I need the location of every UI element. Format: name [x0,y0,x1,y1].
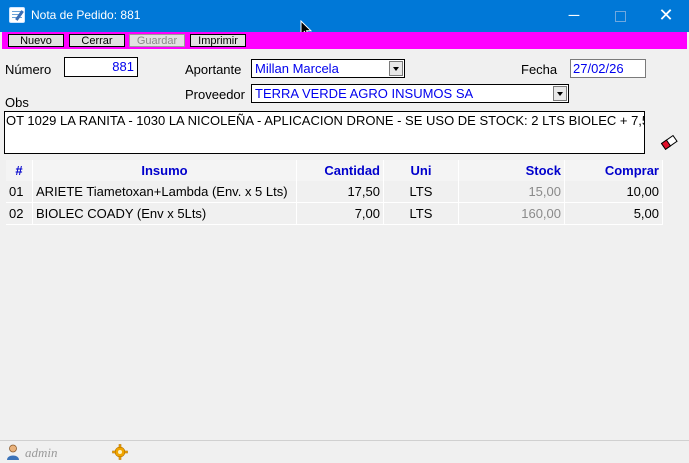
row-num: 01 [6,181,33,203]
obs-textarea[interactable]: OT 1029 LA RANITA - 1030 LA NICOLEÑA - A… [4,111,645,154]
numero-label: Número [5,62,52,77]
save-button[interactable]: Guardar [129,34,185,47]
print-button[interactable]: Imprimir [190,34,246,47]
new-button[interactable]: Nuevo [8,34,64,47]
header-stock[interactable]: Stock [458,160,565,181]
close-button[interactable]: ✕ [643,0,689,32]
proveedor-value: TERRA VERDE AGRO INSUMOS SA [255,86,474,101]
minimize-button[interactable]: ─ [551,0,597,32]
title-bar[interactable]: Nota de Pedido: 881 ─ ✕ [0,0,689,32]
maximize-button[interactable] [597,0,643,32]
status-bar: admin [0,440,689,463]
aportante-select[interactable]: Millan Marcela [251,59,405,78]
user-icon [7,444,19,460]
aportante-value: Millan Marcela [255,61,339,76]
row-uni: LTS [383,181,459,203]
row-comprar[interactable]: 10,00 [564,181,663,203]
table-row[interactable]: 02 BIOLEC COADY (Env x 5Lts) 7,00 LTS 16… [6,202,663,225]
row-num: 02 [6,202,33,225]
row-stock: 15,00 [458,181,565,203]
row-insumo[interactable]: BIOLEC COADY (Env x 5Lts) [32,202,297,225]
close-form-button[interactable]: Cerrar [69,34,125,47]
obs-label: Obs [5,95,29,110]
row-stock: 160,00 [458,202,565,225]
header-insumo[interactable]: Insumo [32,160,297,181]
table-header: # Insumo Cantidad Uni Stock Comprar [6,160,663,181]
fecha-label: Fecha [521,62,558,77]
proveedor-select[interactable]: TERRA VERDE AGRO INSUMOS SA [251,84,569,103]
row-insumo[interactable]: ARIETE Tiametoxan+Lambda (Env. x 5 Lts) [32,181,297,203]
row-cantidad[interactable]: 17,50 [296,181,384,203]
header-comprar[interactable]: Comprar [564,160,663,181]
proveedor-label: Proveedor [185,87,245,102]
chevron-down-icon[interactable] [389,61,403,76]
row-cantidad[interactable]: 7,00 [296,202,384,225]
row-comprar[interactable]: 5,00 [564,202,663,225]
row-uni: LTS [383,202,459,225]
items-table: # Insumo Cantidad Uni Stock Comprar 01 A… [6,160,663,225]
gear-icon[interactable] [112,444,128,460]
toolbar: Nuevo Cerrar Guardar Imprimir [2,32,687,49]
header-cantidad[interactable]: Cantidad [296,160,384,181]
eraser-icon[interactable] [660,134,678,150]
aportante-label: Aportante [185,62,242,77]
chevron-down-icon[interactable] [553,86,567,101]
window-title: Nota de Pedido: 881 [31,8,141,22]
numero-field[interactable]: 881 [64,57,138,77]
app-icon [9,7,25,23]
table-row[interactable]: 01 ARIETE Tiametoxan+Lambda (Env. x 5 Lt… [6,181,663,203]
header-num[interactable]: # [6,160,33,181]
maximize-icon [614,11,626,22]
fecha-field[interactable]: 27/02/26 [570,59,646,78]
header-uni[interactable]: Uni [383,160,459,181]
current-user: admin [25,445,58,460]
